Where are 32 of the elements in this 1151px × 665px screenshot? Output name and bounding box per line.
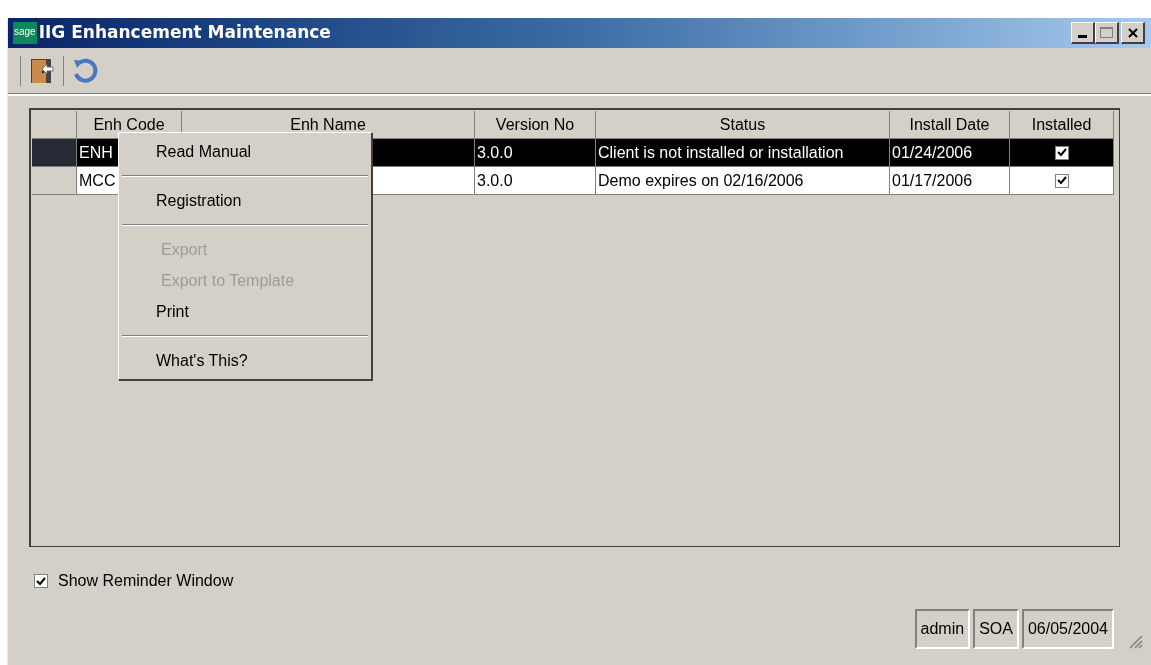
row-header [32,111,77,139]
table-cell: 3.0.0 [475,139,596,167]
resize-grip-icon [1127,633,1143,649]
checkbox-label: Show Reminder Window [58,571,234,591]
checkbox[interactable] [1054,145,1069,160]
close-icon [1127,27,1138,38]
row-header [32,139,77,167]
status-panel: 06/05/2004 [1021,609,1114,649]
menu-item[interactable]: Print [121,296,369,327]
table-cell: 01/24/2006 [890,139,1010,167]
minimize-icon [1078,35,1087,38]
status-panel: SOA [973,609,1019,649]
check-icon [36,576,46,586]
app-logo: sage [13,22,37,44]
minimize-button[interactable] [1071,22,1095,44]
table-cell: Demo expires on 02/16/2006 [596,167,890,195]
maximize-button[interactable] [1095,22,1119,44]
menu-item[interactable]: What's This? [121,345,369,376]
checkbox[interactable] [34,574,48,588]
row-header [32,167,77,195]
refresh-icon [71,57,99,85]
checkbox[interactable] [1054,173,1069,188]
check-icon [1056,176,1067,185]
window-title: IIG Enhancement Maintenance [38,21,331,45]
table-cell: Client is not installed or installation [596,139,890,167]
door-icon [29,57,55,85]
check-icon [1056,148,1067,157]
close-button[interactable] [1121,22,1145,44]
table-cell: 3.0.0 [475,167,596,195]
table-cell: 01/17/2006 [890,167,1010,195]
maximize-icon [1100,27,1113,38]
status-panel: admin [914,609,971,649]
